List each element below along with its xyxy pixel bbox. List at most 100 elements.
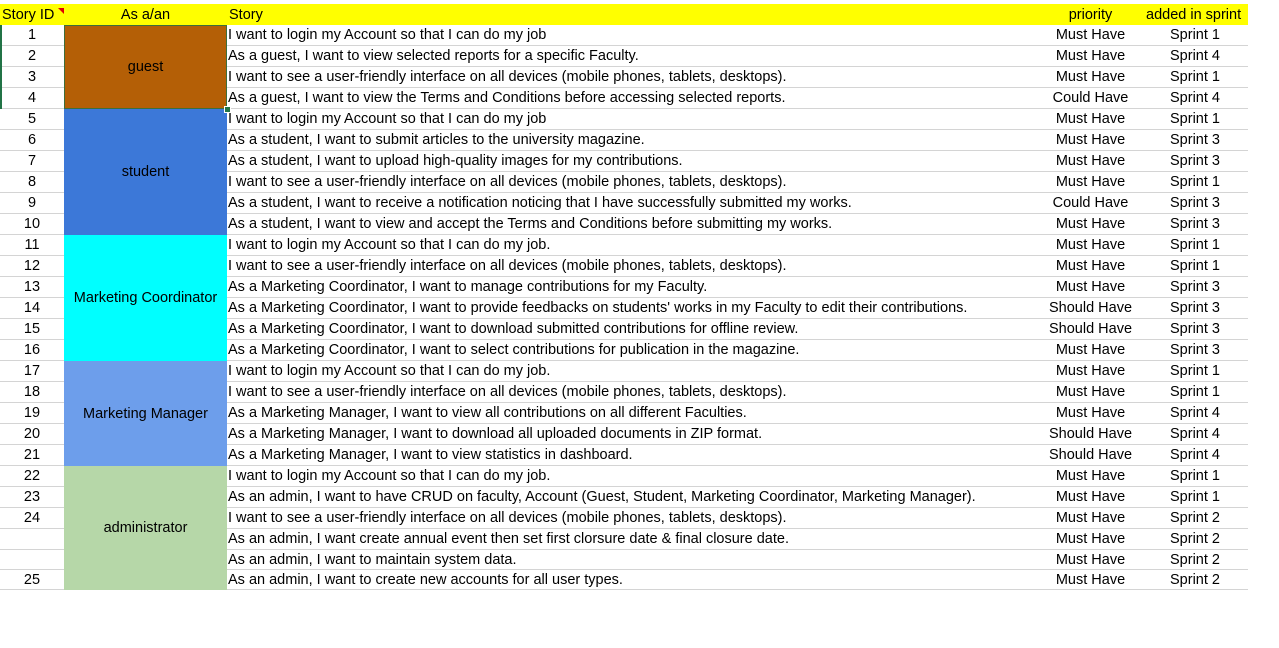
cell-priority[interactable]: Must Have — [1039, 172, 1142, 193]
cell-story[interactable]: I want to login my Account so that I can… — [227, 466, 1039, 487]
cell-priority[interactable]: Must Have — [1039, 570, 1142, 590]
cell-story[interactable]: I want to see a user-friendly interface … — [227, 508, 1039, 529]
cell-story-id[interactable]: 11 — [0, 235, 64, 256]
cell-sprint[interactable]: Sprint 2 — [1142, 570, 1248, 590]
header-priority[interactable]: priority — [1039, 4, 1142, 26]
cell-story[interactable]: I want to login my Account so that I can… — [227, 109, 1039, 130]
cell-story[interactable]: As a Marketing Manager, I want to view s… — [227, 445, 1039, 466]
cell-story-id[interactable] — [0, 529, 64, 550]
cell-story-id[interactable]: 18 — [0, 382, 64, 403]
cell-sprint[interactable]: Sprint 3 — [1142, 298, 1248, 319]
role-cell[interactable]: student — [64, 109, 227, 235]
header-sprint[interactable]: added in sprint — [1142, 4, 1248, 26]
cell-priority[interactable]: Must Have — [1039, 508, 1142, 529]
cell-story[interactable]: As an admin, I want to maintain system d… — [227, 550, 1039, 570]
cell-sprint[interactable]: Sprint 1 — [1142, 172, 1248, 193]
cell-story-id[interactable]: 4 — [0, 88, 64, 109]
cell-story-id[interactable]: 10 — [0, 214, 64, 235]
cell-priority[interactable]: Must Have — [1039, 361, 1142, 382]
cell-story-id[interactable]: 22 — [0, 466, 64, 487]
cell-story[interactable]: I want to login my Account so that I can… — [227, 235, 1039, 256]
cell-priority[interactable]: Must Have — [1039, 487, 1142, 508]
cell-story-id[interactable]: 8 — [0, 172, 64, 193]
cell-story-id[interactable]: 21 — [0, 445, 64, 466]
cell-story-id[interactable]: 16 — [0, 340, 64, 361]
cell-story[interactable]: As a Marketing Coordinator, I want to pr… — [227, 298, 1039, 319]
cell-story[interactable]: As a Marketing Coordinator, I want to ma… — [227, 277, 1039, 298]
role-cell[interactable]: Marketing Coordinator — [64, 235, 227, 361]
cell-story[interactable]: I want to see a user-friendly interface … — [227, 172, 1039, 193]
cell-sprint[interactable]: Sprint 1 — [1142, 235, 1248, 256]
cell-priority[interactable]: Must Have — [1039, 382, 1142, 403]
cell-priority[interactable]: Must Have — [1039, 67, 1142, 88]
cell-sprint[interactable]: Sprint 1 — [1142, 382, 1248, 403]
cell-sprint[interactable]: Sprint 4 — [1142, 424, 1248, 445]
cell-priority[interactable]: Must Have — [1039, 151, 1142, 172]
cell-priority[interactable]: Must Have — [1039, 466, 1142, 487]
cell-sprint[interactable]: Sprint 3 — [1142, 340, 1248, 361]
cell-sprint[interactable]: Sprint 1 — [1142, 25, 1248, 46]
cell-priority[interactable]: Must Have — [1039, 109, 1142, 130]
cell-sprint[interactable]: Sprint 3 — [1142, 214, 1248, 235]
cell-story[interactable]: As a Marketing Manager, I want to downlo… — [227, 424, 1039, 445]
cell-priority[interactable]: Must Have — [1039, 403, 1142, 424]
cell-story[interactable]: As a student, I want to upload high-qual… — [227, 151, 1039, 172]
cell-sprint[interactable]: Sprint 4 — [1142, 403, 1248, 424]
cell-sprint[interactable]: Sprint 2 — [1142, 529, 1248, 550]
cell-sprint[interactable]: Sprint 1 — [1142, 487, 1248, 508]
cell-story-id[interactable]: 23 — [0, 487, 64, 508]
cell-story-id[interactable]: 2 — [0, 46, 64, 67]
cell-sprint[interactable]: Sprint 1 — [1142, 361, 1248, 382]
cell-story-id[interactable]: 7 — [0, 151, 64, 172]
cell-story-id[interactable] — [0, 550, 64, 570]
cell-story[interactable]: I want to see a user-friendly interface … — [227, 67, 1039, 88]
role-cell[interactable]: administrator — [64, 466, 227, 590]
cell-story[interactable]: As a student, I want to view and accept … — [227, 214, 1039, 235]
cell-priority[interactable]: Must Have — [1039, 214, 1142, 235]
cell-sprint[interactable]: Sprint 3 — [1142, 151, 1248, 172]
cell-sprint[interactable]: Sprint 2 — [1142, 508, 1248, 529]
cell-priority[interactable]: Must Have — [1039, 550, 1142, 570]
cell-sprint[interactable]: Sprint 1 — [1142, 109, 1248, 130]
cell-story[interactable]: As a guest, I want to view selected repo… — [227, 46, 1039, 67]
cell-priority[interactable]: Must Have — [1039, 130, 1142, 151]
cell-story-id[interactable]: 3 — [0, 67, 64, 88]
cell-story[interactable]: As an admin, I want to create new accoun… — [227, 570, 1039, 590]
cell-story-id[interactable]: 14 — [0, 298, 64, 319]
cell-story[interactable]: As a guest, I want to view the Terms and… — [227, 88, 1039, 109]
cell-story-id[interactable]: 13 — [0, 277, 64, 298]
cell-story-id[interactable]: 20 — [0, 424, 64, 445]
header-story[interactable]: Story — [227, 4, 1039, 26]
cell-story-id[interactable]: 19 — [0, 403, 64, 424]
cell-priority[interactable]: Should Have — [1039, 319, 1142, 340]
cell-sprint[interactable]: Sprint 3 — [1142, 277, 1248, 298]
cell-priority[interactable]: Must Have — [1039, 25, 1142, 46]
cell-story-id[interactable]: 24 — [0, 508, 64, 529]
cell-story[interactable]: As a Marketing Coordinator, I want to se… — [227, 340, 1039, 361]
cell-priority[interactable]: Must Have — [1039, 529, 1142, 550]
cell-story[interactable]: I want to login my Account so that I can… — [227, 25, 1039, 46]
cell-story[interactable]: As an admin, I want to have CRUD on facu… — [227, 487, 1039, 508]
cell-sprint[interactable]: Sprint 4 — [1142, 46, 1248, 67]
cell-story[interactable]: As a student, I want to receive a notifi… — [227, 193, 1039, 214]
cell-priority[interactable]: Must Have — [1039, 46, 1142, 67]
cell-priority[interactable]: Should Have — [1039, 298, 1142, 319]
cell-story-id[interactable]: 1 — [0, 25, 64, 46]
cell-story-id[interactable]: 25 — [0, 570, 64, 590]
cell-sprint[interactable]: Sprint 4 — [1142, 88, 1248, 109]
cell-story[interactable]: I want to see a user-friendly interface … — [227, 256, 1039, 277]
cell-priority[interactable]: Could Have — [1039, 193, 1142, 214]
cell-sprint[interactable]: Sprint 1 — [1142, 466, 1248, 487]
header-story-id[interactable]: Story ID — [0, 4, 64, 26]
cell-sprint[interactable]: Sprint 2 — [1142, 550, 1248, 570]
cell-priority[interactable]: Must Have — [1039, 277, 1142, 298]
cell-priority[interactable]: Should Have — [1039, 445, 1142, 466]
header-role[interactable]: As a/an — [64, 4, 227, 26]
cell-story-id[interactable]: 12 — [0, 256, 64, 277]
cell-story[interactable]: I want to see a user-friendly interface … — [227, 382, 1039, 403]
cell-priority[interactable]: Must Have — [1039, 235, 1142, 256]
cell-story[interactable]: As an admin, I want create annual event … — [227, 529, 1039, 550]
cell-sprint[interactable]: Sprint 4 — [1142, 445, 1248, 466]
cell-priority[interactable]: Must Have — [1039, 340, 1142, 361]
cell-story-id[interactable]: 17 — [0, 361, 64, 382]
